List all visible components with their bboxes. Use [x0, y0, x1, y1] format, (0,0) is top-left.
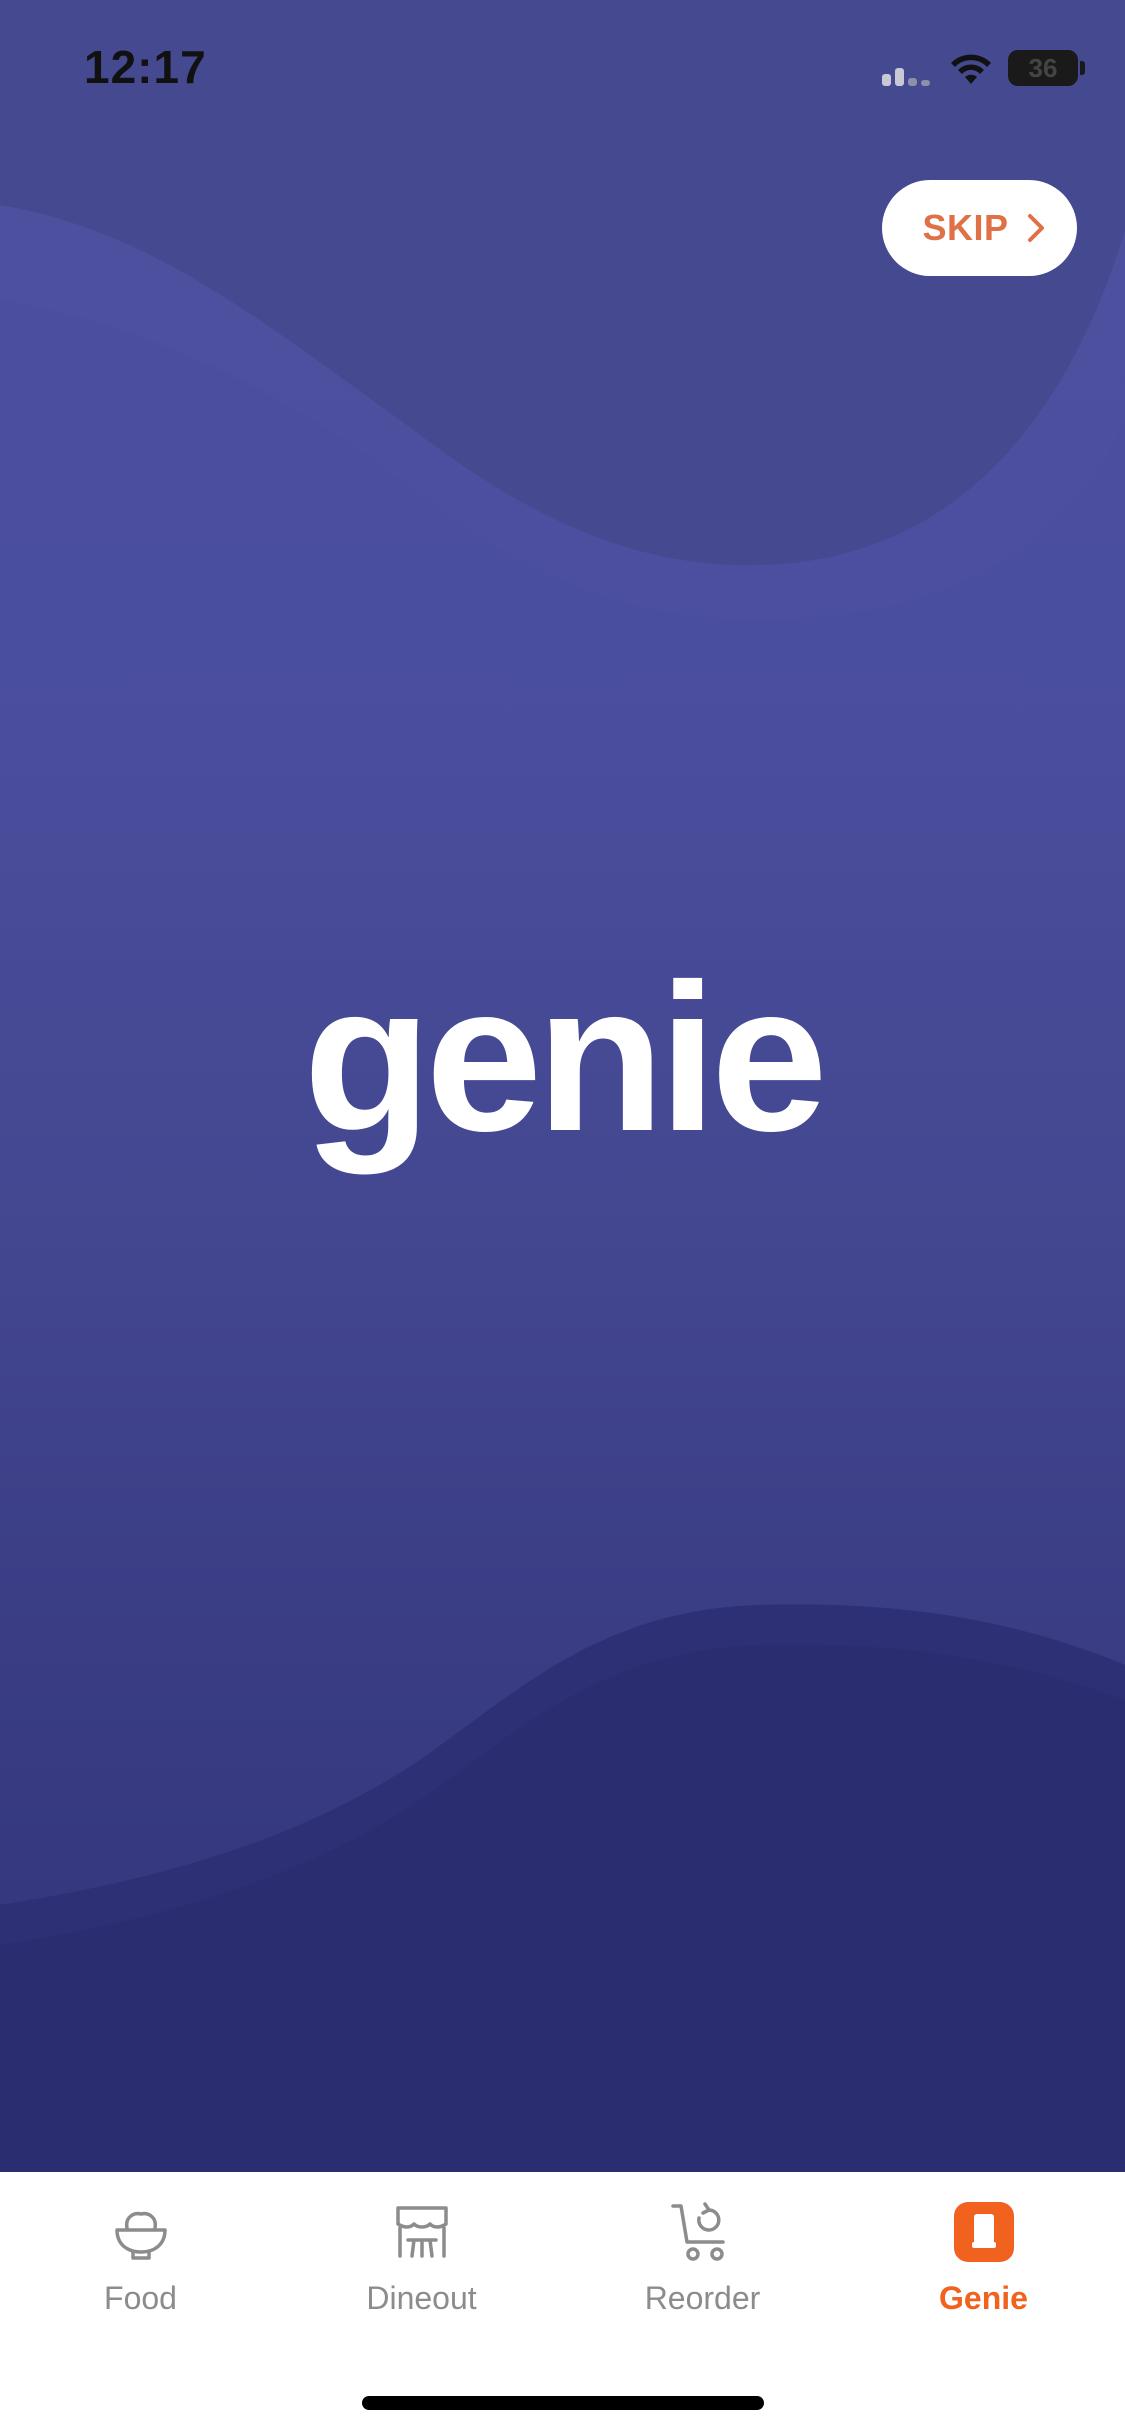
tab-genie-label: Genie: [939, 2280, 1028, 2316]
battery-icon: 36: [1008, 50, 1078, 86]
home-indicator[interactable]: [362, 2396, 764, 2410]
wifi-icon: [951, 54, 991, 84]
tab-reorder-label: Reorder: [644, 2280, 761, 2316]
status-bar: 12:17 36: [0, 0, 1125, 140]
food-bowl-icon: [114, 2211, 167, 2260]
status-time: 12:17: [84, 41, 207, 93]
battery-tip: [1080, 61, 1085, 75]
chevron-right-icon: [1027, 214, 1044, 242]
skip-button[interactable]: SKIP: [882, 180, 1077, 276]
genie-splash-screen: 12:17 36 SKIP genie Food Dineout Reorder…: [0, 0, 1125, 2436]
tab-dineout-label: Dineout: [366, 2280, 477, 2316]
tab-reorder[interactable]: Reorder: [562, 2198, 843, 2338]
cellular-signal-icon: [882, 58, 936, 86]
tab-food-label: Food: [104, 2280, 177, 2316]
battery-level: 36: [1028, 53, 1058, 83]
tab-food[interactable]: Food: [0, 2198, 281, 2338]
restaurant-storefront-icon: [395, 2206, 448, 2258]
tab-genie[interactable]: Genie: [843, 2198, 1124, 2338]
tab-dineout[interactable]: Dineout: [281, 2198, 562, 2338]
skip-label: SKIP: [922, 207, 1009, 248]
cart-reorder-icon: [670, 2202, 725, 2261]
genie-icon: [953, 2202, 1014, 2262]
genie-logo: genie: [303, 940, 827, 1175]
